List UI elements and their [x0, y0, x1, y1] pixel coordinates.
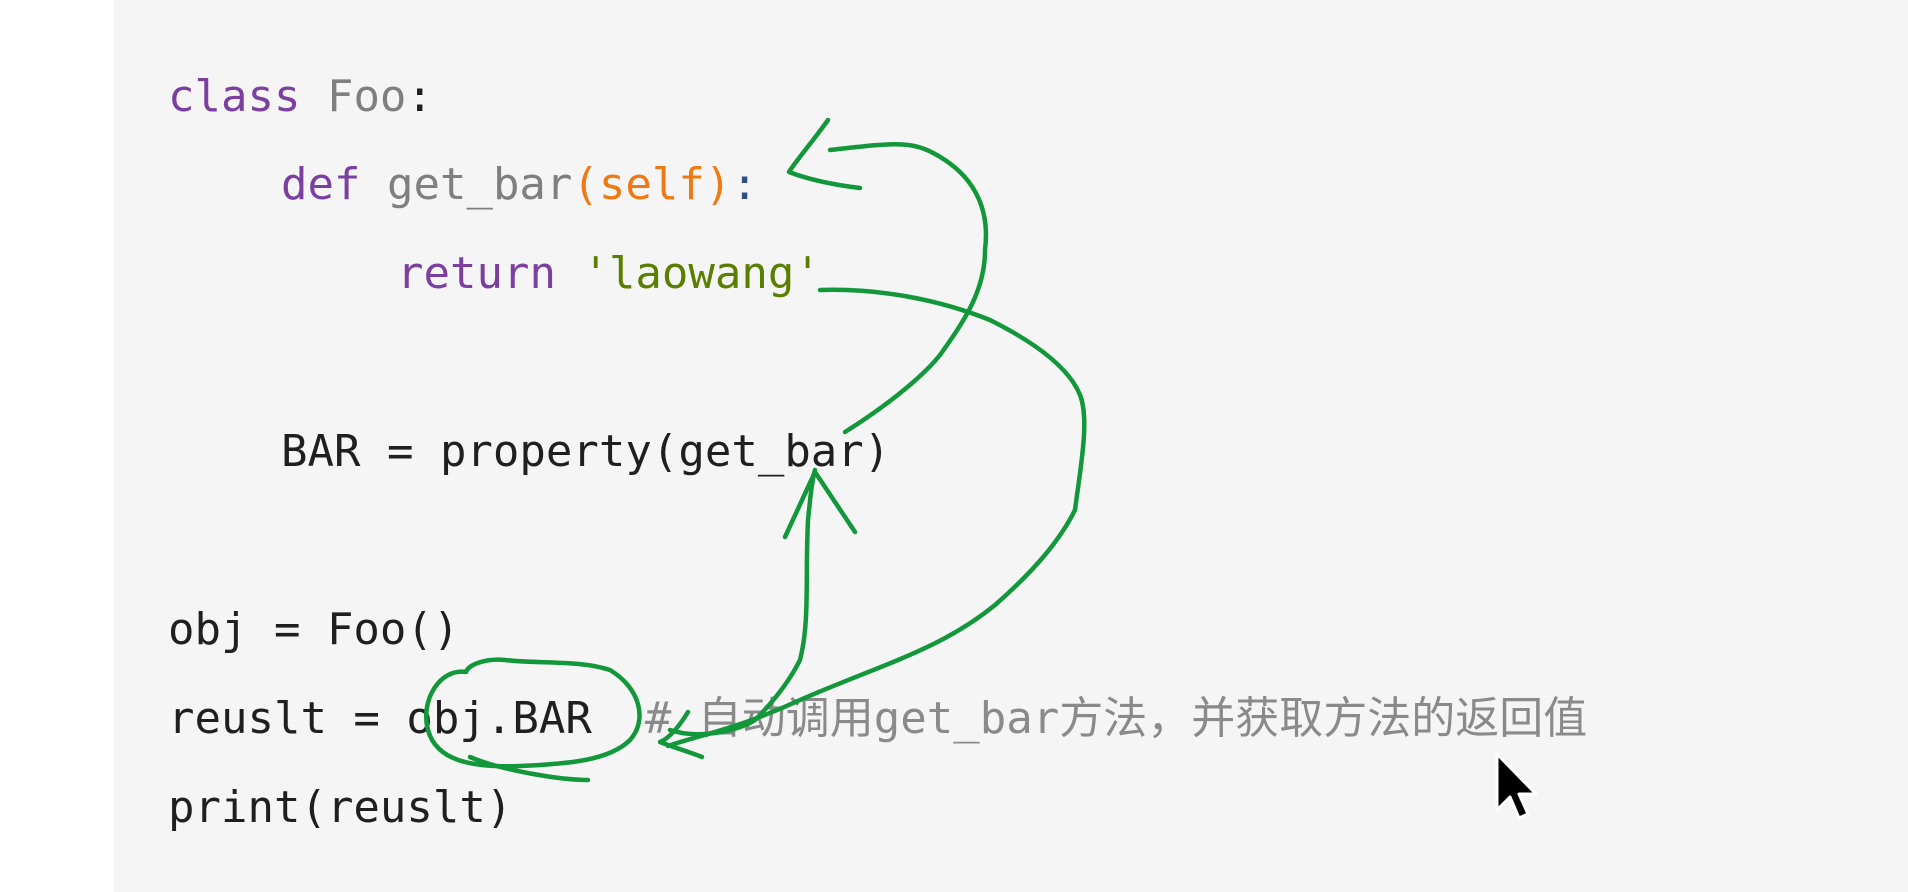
code-line-obj: obj = Foo()	[168, 600, 459, 660]
code-line-print: print(reuslt)	[168, 778, 512, 838]
keyword-class: class	[168, 71, 301, 122]
function-params: (self)	[572, 159, 732, 210]
print-call: print(reuslt)	[168, 782, 513, 833]
colon: :	[731, 159, 758, 210]
keyword-def: def	[281, 159, 361, 210]
code-line-def: def get_bar(self):	[281, 155, 758, 215]
result-assignment: reuslt = obj.BAR	[168, 693, 592, 744]
mouse-pointer-icon	[1495, 752, 1538, 820]
code-comment: # 自动调用get_bar方法，并获取方法的返回值	[644, 693, 1588, 744]
string-literal: 'laowang'	[582, 248, 821, 299]
code-line-result: reuslt = obj.BAR # 自动调用get_bar方法，并获取方法的返…	[168, 689, 1587, 749]
obj-assignment: obj = Foo()	[168, 604, 460, 655]
code-line-class: class Foo:	[168, 67, 433, 127]
class-name: Foo	[326, 71, 407, 122]
property-assignment: BAR = property(get_bar)	[281, 426, 891, 477]
colon: :	[406, 71, 433, 122]
code-line-property: BAR = property(get_bar)	[281, 422, 890, 482]
function-name: get_bar	[386, 159, 573, 210]
code-line-return: return 'laowang'	[397, 244, 821, 304]
keyword-return: return	[397, 248, 556, 299]
